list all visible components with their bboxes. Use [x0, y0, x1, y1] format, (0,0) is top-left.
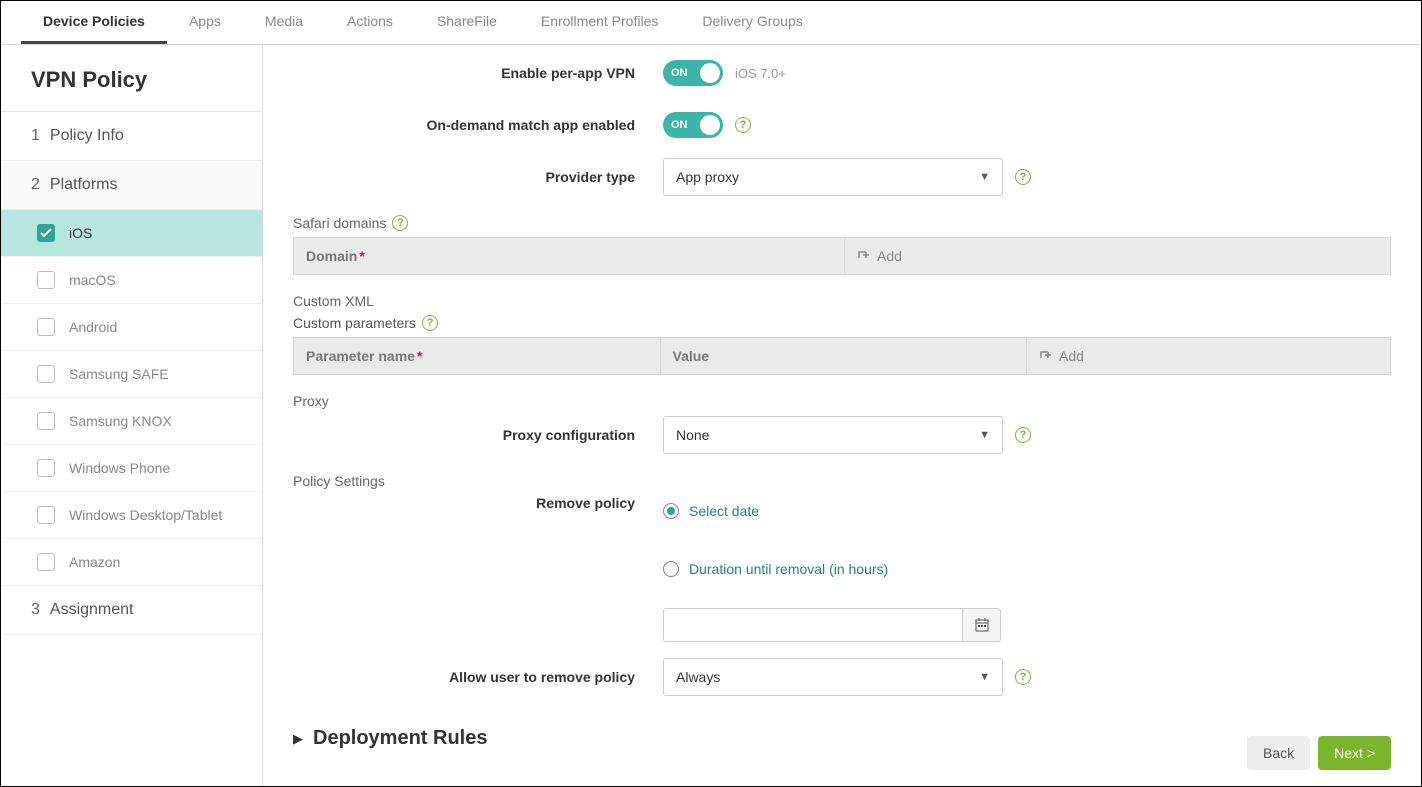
tab-device-policies[interactable]: Device Policies: [21, 1, 167, 44]
add-icon: [857, 249, 871, 263]
help-icon[interactable]: ?: [1015, 427, 1031, 443]
hint-ios7: iOS 7.0+: [735, 66, 786, 81]
platform-macos[interactable]: macOS: [1, 257, 262, 304]
platform-label: iOS: [69, 225, 92, 241]
section-safari-domains: Safari domains ?: [293, 215, 1391, 231]
platform-label: Amazon: [69, 554, 120, 570]
next-button[interactable]: Next >: [1318, 736, 1391, 770]
section-custom-xml: Custom XML: [293, 293, 1391, 309]
checkbox-icon[interactable]: [37, 412, 55, 430]
tab-delivery[interactable]: Delivery Groups: [680, 1, 824, 44]
section-proxy: Proxy: [293, 393, 1391, 409]
deployment-rules[interactable]: ▶ Deployment Rules: [293, 727, 1391, 750]
sidebar-title: VPN Policy: [1, 45, 262, 112]
toggle-knob: [700, 63, 720, 83]
help-icon[interactable]: ?: [735, 117, 751, 133]
col-value: Value: [661, 338, 1028, 374]
platforms-list: iOS macOS Android Samsung SAFE Samsung K…: [1, 210, 262, 586]
radio-label-duration: Duration until removal (in hours): [689, 561, 888, 577]
step-platforms[interactable]: 2Platforms: [1, 161, 262, 210]
date-input[interactable]: [663, 608, 963, 642]
main-panel: Enable per-app VPN ON iOS 7.0+ On-demand…: [263, 45, 1421, 786]
tab-sharefile[interactable]: ShareFile: [415, 1, 519, 44]
select-proxy-config[interactable]: None ▼: [663, 416, 1003, 454]
table-custom-params: Parameter name* Value Add: [293, 337, 1391, 375]
checkbox-icon[interactable]: [37, 318, 55, 336]
step-policy-info[interactable]: 1Policy Info: [1, 112, 262, 161]
tab-enrollment[interactable]: Enrollment Profiles: [519, 1, 681, 44]
platform-label: Samsung KNOX: [69, 413, 172, 429]
add-param[interactable]: Add: [1027, 338, 1390, 374]
sub-custom-params: Custom parameters ?: [293, 315, 1391, 331]
platform-label: Samsung SAFE: [69, 366, 169, 382]
checkbox-icon[interactable]: [37, 365, 55, 383]
tab-apps[interactable]: Apps: [167, 1, 243, 44]
chevron-down-icon: ▼: [979, 429, 990, 441]
col-param-name: Parameter name*: [294, 338, 661, 374]
platform-ios[interactable]: iOS: [1, 210, 262, 257]
calendar-button[interactable]: [963, 608, 1001, 642]
checkbox-icon[interactable]: [37, 506, 55, 524]
help-icon[interactable]: ?: [422, 315, 438, 331]
help-icon[interactable]: ?: [1015, 169, 1031, 185]
section-policy-settings: Policy Settings: [293, 473, 1391, 489]
label-provider-type: Provider type: [293, 169, 663, 185]
toggle-on-demand[interactable]: ON: [663, 112, 723, 138]
platform-android[interactable]: Android: [1, 304, 262, 351]
toggle-knob: [700, 115, 720, 135]
platform-windows-phone[interactable]: Windows Phone: [1, 445, 262, 492]
select-allow-remove[interactable]: Always ▼: [663, 658, 1003, 696]
platform-samsung-knox[interactable]: Samsung KNOX: [1, 398, 262, 445]
checkbox-icon[interactable]: [37, 224, 55, 242]
step-assignment[interactable]: 3Assignment: [1, 586, 262, 635]
top-tabs: Device Policies Apps Media Actions Share…: [1, 1, 1421, 45]
radio-label-select-date: Select date: [689, 503, 759, 519]
platform-label: Windows Phone: [69, 460, 170, 476]
platform-label: Android: [69, 319, 117, 335]
sidebar: VPN Policy 1Policy Info 2Platforms iOS m…: [1, 45, 263, 786]
tab-media[interactable]: Media: [243, 1, 325, 44]
label-on-demand: On-demand match app enabled: [293, 117, 663, 133]
checkbox-icon[interactable]: [37, 553, 55, 571]
label-allow-remove: Allow user to remove policy: [293, 669, 663, 685]
radio-select-date[interactable]: [663, 503, 679, 519]
help-icon[interactable]: ?: [1015, 669, 1031, 685]
footer-buttons: Back Next >: [1247, 736, 1391, 770]
select-provider-type[interactable]: App proxy ▼: [663, 158, 1003, 196]
date-picker: [663, 608, 1001, 642]
checkbox-icon[interactable]: [37, 459, 55, 477]
platform-label: Windows Desktop/Tablet: [69, 507, 222, 523]
chevron-down-icon: ▼: [979, 671, 990, 683]
add-icon: [1039, 349, 1053, 363]
add-domain[interactable]: Add: [845, 238, 1390, 274]
platform-windows-desktop[interactable]: Windows Desktop/Tablet: [1, 492, 262, 539]
help-icon[interactable]: ?: [392, 215, 408, 231]
label-proxy-config: Proxy configuration: [293, 427, 663, 443]
label-remove-policy: Remove policy: [293, 495, 663, 511]
label-per-app-vpn: Enable per-app VPN: [293, 65, 663, 81]
tab-actions[interactable]: Actions: [325, 1, 415, 44]
caret-right-icon: ▶: [293, 731, 303, 747]
radio-duration[interactable]: [663, 561, 679, 577]
chevron-down-icon: ▼: [979, 171, 990, 183]
platform-label: macOS: [69, 272, 116, 288]
table-safari-domains: Domain* Add: [293, 237, 1391, 275]
toggle-per-app-vpn[interactable]: ON: [663, 60, 723, 86]
calendar-icon: [974, 617, 990, 633]
checkbox-icon[interactable]: [37, 271, 55, 289]
col-domain: Domain*: [294, 238, 845, 274]
platform-samsung-safe[interactable]: Samsung SAFE: [1, 351, 262, 398]
back-button[interactable]: Back: [1247, 736, 1310, 770]
platform-amazon[interactable]: Amazon: [1, 539, 262, 586]
